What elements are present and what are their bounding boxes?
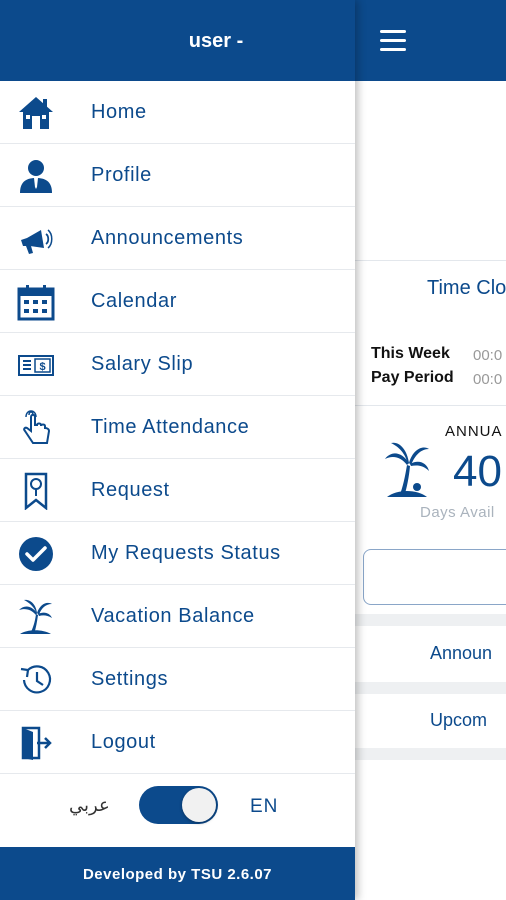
menu-label-salary-slip: Salary Slip	[91, 353, 194, 375]
upcoming-link[interactable]: Upcom	[430, 710, 487, 731]
time-clock-title: Time Clo	[427, 277, 506, 299]
menu-label-logout: Logout	[91, 731, 156, 753]
section-divider	[355, 614, 506, 626]
menu-item-salary-slip[interactable]: $ Salary Slip	[0, 333, 355, 396]
home-icon	[19, 97, 53, 129]
navigation-drawer: user - Home Profile Announcements Calend…	[0, 0, 355, 900]
touch-hand-icon	[23, 410, 51, 444]
drawer-footer: Developed by TSU 2.6.07	[0, 847, 355, 900]
menu-item-request[interactable]: Request	[0, 459, 355, 522]
menu-item-settings[interactable]: Settings	[0, 648, 355, 711]
history-clock-icon	[20, 665, 52, 694]
menu-item-profile[interactable]: Profile	[0, 144, 355, 207]
checkmark-circle-icon	[19, 537, 53, 571]
time-clock-card: Time Clo This Week 00:0 Pay Period 00:0	[355, 260, 506, 406]
menu-label-vacation-balance: Vacation Balance	[91, 605, 255, 627]
calendar-icon	[17, 285, 55, 321]
menu-item-vacation-balance[interactable]: Vacation Balance	[0, 585, 355, 648]
salary-slip-icon: $	[18, 355, 54, 376]
menu-label-request: Request	[91, 479, 170, 501]
arabic-language-label[interactable]: عربي	[69, 795, 110, 816]
palm-tree-icon	[385, 442, 429, 497]
section-divider	[355, 682, 506, 694]
menu-label-my-requests-status: My Requests Status	[91, 542, 281, 564]
menu-label-home: Home	[91, 101, 147, 123]
language-toggle[interactable]	[139, 786, 218, 824]
pay-period-label: Pay Period	[371, 369, 454, 386]
language-switcher: عربي EN	[0, 775, 355, 847]
megaphone-icon	[21, 229, 53, 254]
menu-label-profile: Profile	[91, 164, 152, 186]
menu-label-settings: Settings	[91, 668, 169, 690]
drawer-header: user -	[0, 0, 355, 81]
menu-item-calendar[interactable]: Calendar	[0, 270, 355, 333]
svg-text:$: $	[39, 361, 45, 373]
menu-label-calendar: Calendar	[91, 290, 177, 312]
version-text: Developed by TSU 2.6.07	[82, 866, 273, 883]
this-week-value: 00:0	[473, 347, 503, 364]
annual-leave-card[interactable]: ANNUA 40 Days Avail	[355, 407, 506, 547]
this-week-label: This Week	[371, 345, 450, 362]
user-name: user -	[188, 30, 244, 52]
menu-item-time-attendance[interactable]: Time Attendance	[0, 396, 355, 459]
menu-label-announcements: Announcements	[91, 227, 244, 249]
toggle-knob	[182, 788, 216, 822]
logout-door-icon	[21, 726, 52, 760]
menu-item-my-requests-status[interactable]: My Requests Status	[0, 522, 355, 585]
annual-leave-value: 40	[453, 447, 502, 496]
menu-label-time-attendance: Time Attendance	[91, 416, 250, 438]
menu-item-announcements[interactable]: Announcements	[0, 207, 355, 270]
profile-icon	[20, 160, 52, 193]
menu-item-logout[interactable]: Logout	[0, 711, 355, 774]
english-language-label[interactable]: EN	[250, 796, 278, 818]
pay-period-value: 00:0	[473, 371, 503, 388]
menu-item-home[interactable]: Home	[0, 81, 355, 144]
annual-leave-label: ANNUA	[445, 423, 503, 440]
main-screen: Time Clo This Week 00:0 Pay Period 00:0 …	[355, 0, 506, 900]
days-available-label: Days Avail	[420, 504, 495, 521]
palm-tree-icon	[19, 599, 52, 634]
request-bookmark-icon	[24, 472, 48, 510]
drawer-menu: Home Profile Announcements Calendar $ Sa…	[0, 81, 355, 774]
section-divider	[355, 748, 506, 760]
action-box[interactable]	[363, 549, 506, 605]
announcements-link[interactable]: Announ	[430, 643, 492, 664]
